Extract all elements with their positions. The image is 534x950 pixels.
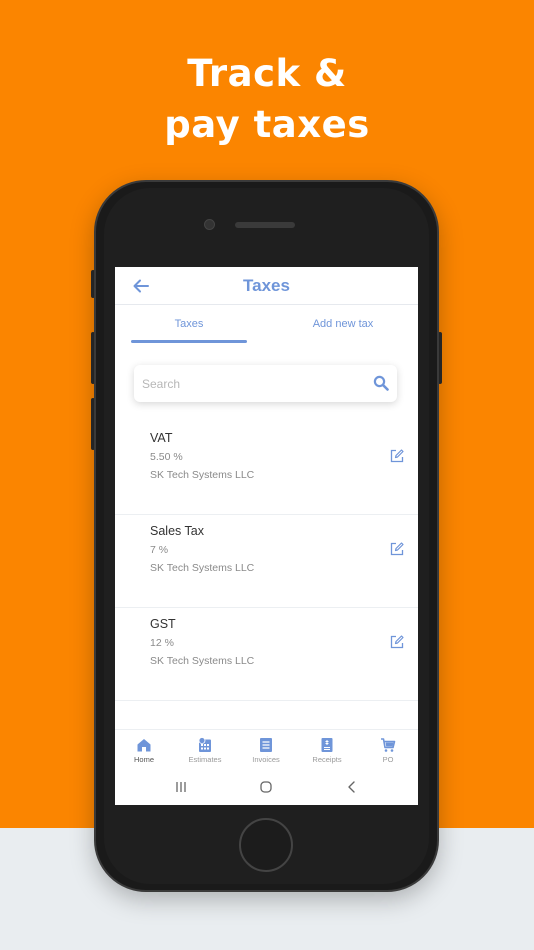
tax-rate: 7 % (150, 544, 169, 556)
home-icon (137, 739, 151, 752)
tax-name: GST (150, 617, 176, 631)
nav-label: Receipts (312, 755, 342, 764)
tax-company: SK Tech Systems LLC (150, 655, 255, 667)
edit-icon[interactable] (390, 449, 404, 463)
page-title: Taxes (243, 276, 290, 295)
nav-label: PO (382, 755, 394, 764)
nav-estimates[interactable]: Estimates (177, 737, 233, 764)
nav-label: Invoices (252, 755, 280, 764)
bottom-navigation: Home Estimates Invoices Receipts PO (115, 729, 418, 767)
invoice-icon (260, 738, 272, 752)
cart-icon (381, 738, 396, 752)
tax-company: SK Tech Systems LLC (150, 562, 255, 574)
nav-label: Estimates (188, 755, 222, 764)
tax-company: SK Tech Systems LLC (150, 469, 255, 481)
estimate-icon (198, 737, 211, 752)
nav-receipts[interactable]: Receipts (299, 737, 355, 764)
edit-icon[interactable] (390, 542, 404, 556)
receipt-icon (321, 738, 333, 752)
tab-taxes[interactable]: Taxes (131, 318, 247, 330)
app-screen: Taxes Taxes Add new tax VAT 5.50 % SK Te… (115, 267, 418, 805)
home-hardware-button[interactable] (239, 818, 293, 872)
tax-rate: 12 % (150, 637, 174, 649)
active-tab-indicator (131, 340, 247, 343)
search-bar (134, 365, 397, 402)
back-chevron-icon[interactable] (345, 780, 359, 794)
tax-list: VAT 5.50 % SK Tech Systems LLC Sales Tax… (115, 422, 418, 701)
promo-line-2: pay taxes (164, 103, 370, 146)
nav-label: Home (133, 755, 154, 764)
nav-invoices[interactable]: Invoices (238, 737, 294, 764)
tax-row-vat[interactable]: VAT 5.50 % SK Tech Systems LLC (115, 422, 418, 515)
tax-row-sales-tax[interactable]: Sales Tax 7 % SK Tech Systems LLC (115, 515, 418, 608)
earpiece-speaker (235, 222, 295, 228)
nav-home[interactable]: Home (116, 737, 172, 764)
app-bar: Taxes (115, 267, 418, 305)
tab-add-new-tax[interactable]: Add new tax (285, 318, 401, 330)
search-icon[interactable] (373, 375, 389, 391)
system-navigation-bar (115, 769, 418, 805)
tax-name: Sales Tax (150, 524, 204, 538)
tab-bar: Taxes Add new tax (115, 305, 418, 345)
recent-apps-icon[interactable] (174, 780, 188, 794)
tax-rate: 5.50 % (150, 451, 183, 463)
tax-name: VAT (150, 431, 173, 445)
home-circle-icon[interactable] (259, 780, 273, 794)
search-input[interactable] (142, 373, 362, 394)
nav-po[interactable]: PO (360, 737, 416, 764)
front-camera (204, 219, 215, 230)
edit-icon[interactable] (390, 635, 404, 649)
promo-headline: Track & pay taxes (0, 48, 534, 150)
promo-line-1: Track & (187, 52, 347, 95)
tax-row-gst[interactable]: GST 12 % SK Tech Systems LLC (115, 608, 418, 701)
